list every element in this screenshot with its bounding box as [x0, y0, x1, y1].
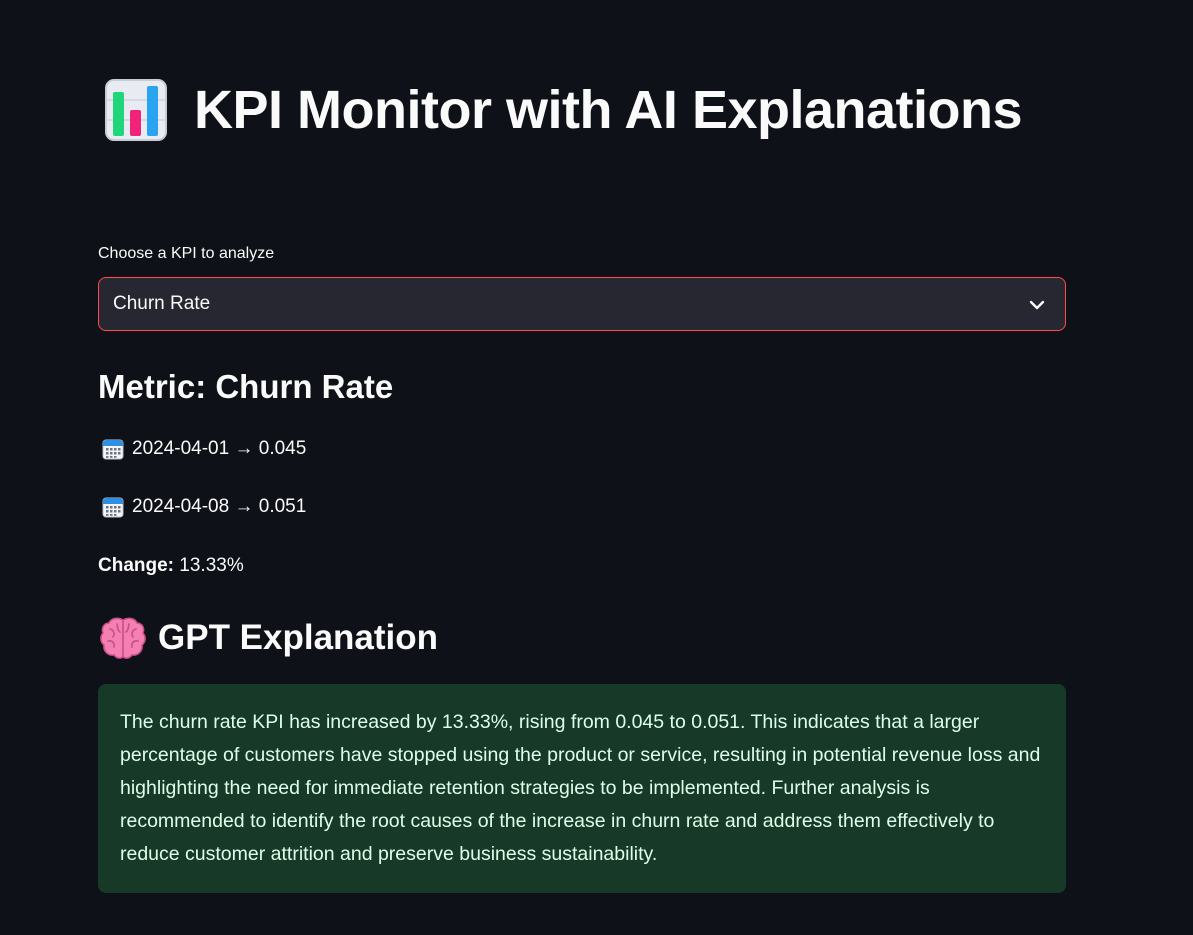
metric-entry-text: 2024-04-01 → 0.045: [132, 438, 307, 459]
gpt-explanation-heading-row: GPT Explanation: [100, 616, 438, 660]
explanation-box: The churn rate KPI has increased by 13.3…: [98, 684, 1066, 893]
brain-icon: [100, 617, 146, 659]
calendar-icon: [102, 439, 124, 460]
change-label: Change:: [98, 555, 174, 576]
metric-entry-text: 2024-04-08 → 0.051: [132, 496, 307, 517]
metric-entry: 2024-04-01 → 0.045: [102, 438, 306, 460]
metric-entry: 2024-04-08 → 0.051: [102, 496, 306, 518]
explanation-text: The churn rate KPI has increased by 13.3…: [120, 711, 1041, 865]
change-value: 13.33%: [174, 555, 244, 576]
gpt-explanation-heading: GPT Explanation: [158, 618, 439, 657]
bar-chart-icon: [105, 79, 167, 141]
metric-heading: Metric: Churn Rate: [98, 368, 394, 405]
calendar-icon: [102, 497, 124, 518]
app-page: KPI Monitor with AI Explanations Choose …: [0, 0, 1193, 935]
change-row: Change: 13.33%: [98, 555, 244, 577]
kpi-select-value: Churn Rate: [113, 293, 211, 314]
page-title: KPI Monitor with AI Explanations: [194, 80, 1023, 140]
page-title-row: KPI Monitor with AI Explanations: [104, 78, 1023, 142]
kpi-select-label: Choose a KPI to analyze: [98, 245, 275, 262]
kpi-select[interactable]: Churn Rate: [98, 277, 1066, 331]
chevron-down-icon[interactable]: [1027, 295, 1047, 315]
